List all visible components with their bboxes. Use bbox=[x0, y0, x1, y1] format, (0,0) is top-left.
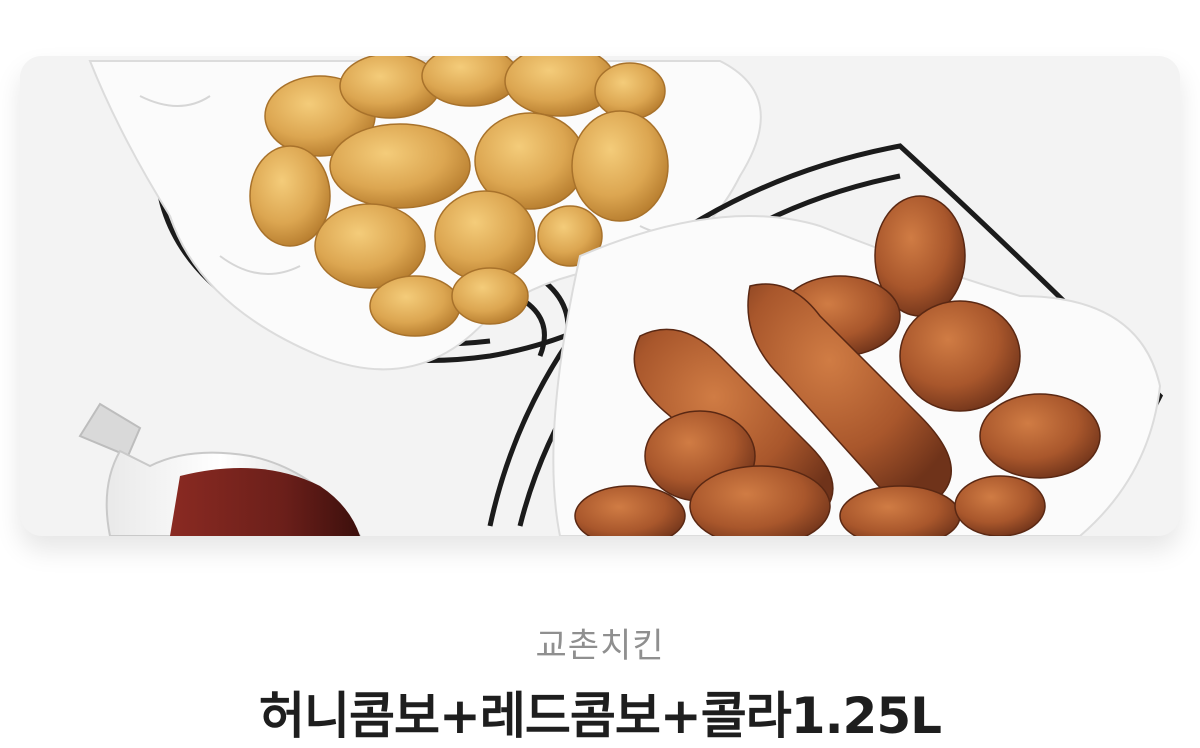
brand-name: 교촌치킨 bbox=[535, 626, 665, 666]
product-title: 허니콤보+레드콤보+콜라1.25L bbox=[258, 687, 942, 745]
product-image-card[interactable] bbox=[20, 56, 1180, 536]
product-photo bbox=[20, 56, 1180, 536]
